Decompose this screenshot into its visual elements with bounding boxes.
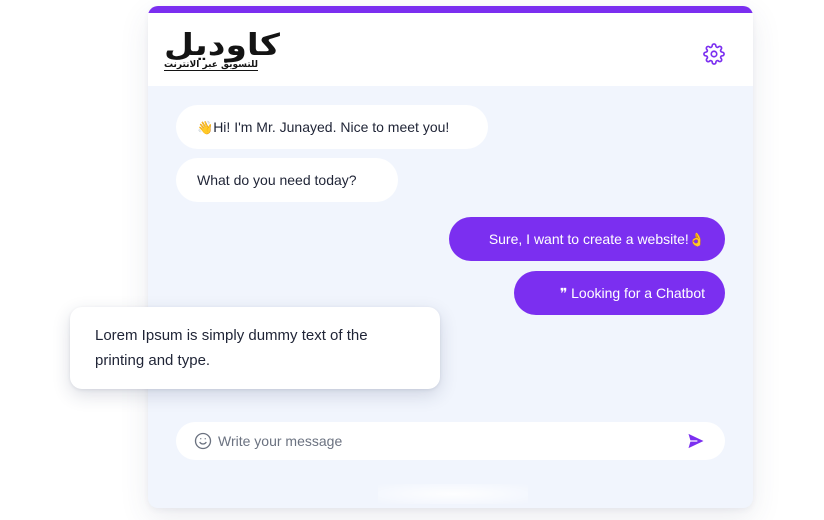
message-composer	[176, 422, 725, 460]
message-input[interactable]	[218, 426, 658, 456]
message-text: Looking for a Chatbot	[571, 285, 705, 301]
waving-hand-icon: 👋	[197, 120, 214, 135]
brand-logo: كاوديل للتسويق عبر الانترنت	[158, 27, 281, 73]
chat-header: كاوديل للتسويق عبر الانترنت	[148, 13, 753, 86]
floating-message-card: Lorem Ipsum is simply dummy text of the …	[70, 307, 440, 389]
logo-tagline: للتسويق عبر الانترنت	[164, 60, 259, 71]
message-text: Hi! I'm Mr. Junayed. Nice to meet you!	[213, 119, 450, 135]
chat-window: كاوديل للتسويق عبر الانترنت 👋Hi! I'm Mr.…	[148, 6, 753, 508]
accent-bar	[148, 6, 753, 13]
logo-wordmark: كاوديل	[164, 28, 281, 63]
user-message: Sure, I want to create a website!👌	[449, 217, 725, 261]
floating-card-text: Lorem Ipsum is simply dummy text of the …	[95, 327, 368, 369]
quote-icon: ❞	[559, 285, 568, 301]
decorative-fade	[378, 484, 528, 504]
user-message: ❞ Looking for a Chatbot	[514, 271, 725, 315]
bot-message: What do you need today?	[176, 158, 398, 202]
gear-icon	[703, 43, 725, 65]
message-text: Sure, I want to create a website!	[488, 231, 689, 247]
smiley-icon	[194, 432, 212, 450]
message-text: What do you need today?	[197, 172, 357, 188]
send-button[interactable]	[686, 431, 706, 451]
bot-message: 👋Hi! I'm Mr. Junayed. Nice to meet you!	[176, 105, 488, 149]
settings-button[interactable]	[703, 43, 725, 65]
chat-widget-showcase: كاوديل للتسويق عبر الانترنت 👋Hi! I'm Mr.…	[0, 0, 824, 520]
emoji-button[interactable]	[194, 432, 212, 450]
ok-hand-icon: 👌	[688, 232, 705, 247]
send-icon	[688, 433, 704, 449]
